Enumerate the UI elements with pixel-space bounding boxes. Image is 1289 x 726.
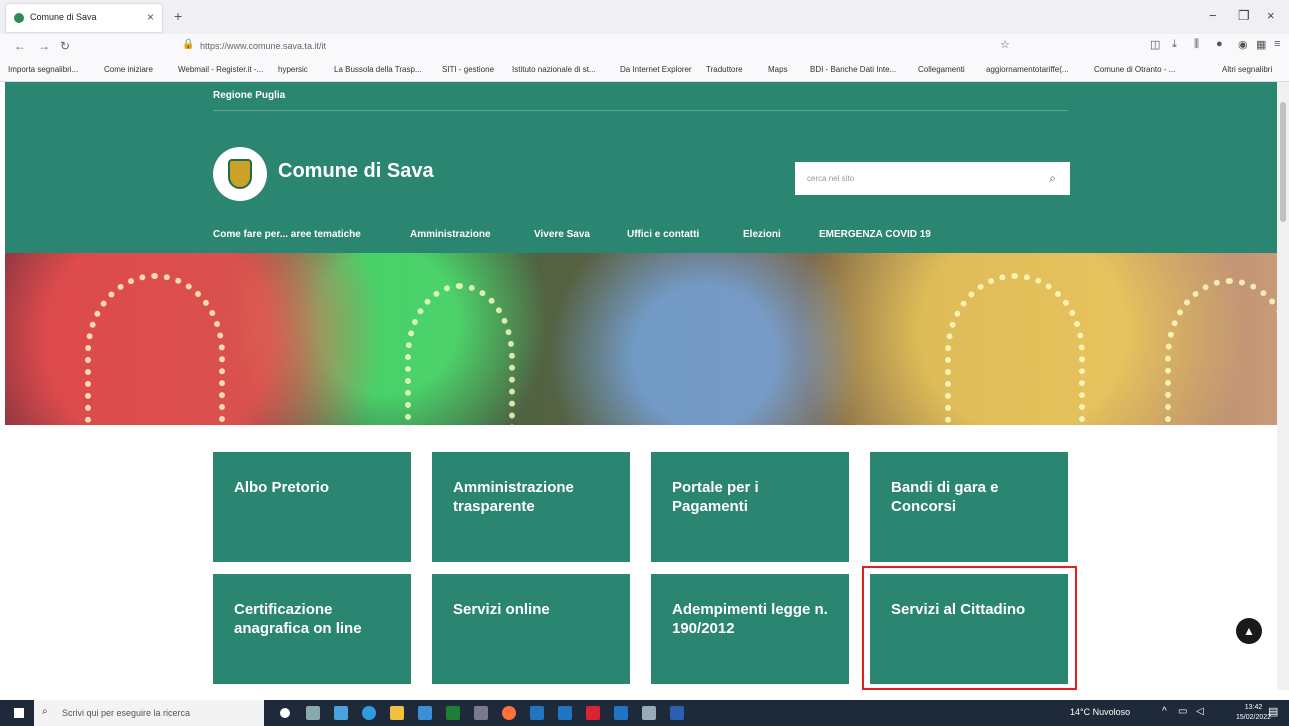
bookmark-item[interactable]: aggiornamentotariffe(...: [986, 65, 1069, 74]
taskbar-search-placeholder: Scrivi qui per eseguire la ricerca: [62, 708, 191, 718]
app-icon-4[interactable]: [614, 706, 628, 720]
bookmark-item[interactable]: Webmail - Register.it -...: [178, 65, 263, 74]
url-text: https://www.comune.sava.ta.it/it: [200, 41, 327, 51]
minimize-button[interactable]: −: [1209, 8, 1217, 23]
word-icon[interactable]: [670, 706, 684, 720]
back-arrow-icon[interactable]: ←: [14, 39, 26, 53]
app-icon-1[interactable]: [530, 706, 544, 720]
library-icon[interactable]: ⫼: [1194, 38, 1199, 51]
web-page: Regione Puglia Comune di Sava cerca nel …: [0, 82, 1277, 690]
browser-tab-bar: Comune di Sava × + − ❐ ×: [0, 0, 1289, 34]
tile-adempimenti-legge[interactable]: Adempimenti legge n. 190/2012: [651, 574, 849, 684]
tray-chevron-icon[interactable]: ^: [1162, 706, 1167, 717]
extension-icon[interactable]: ●: [1216, 38, 1223, 50]
excel-icon[interactable]: [446, 706, 460, 720]
search-icon: ⌕: [42, 706, 48, 717]
new-tab-button[interactable]: +: [174, 8, 182, 24]
bookmark-item[interactable]: Come iniziare: [104, 65, 153, 74]
browser-nav-bar: ← → ↻ 🔒 https://www.comune.sava.ta.it/it…: [0, 34, 1289, 60]
bookmark-item[interactable]: La Bussola della Trasp...: [334, 65, 422, 74]
menu-item-come-fare[interactable]: Come fare per... aree tematiche: [213, 229, 361, 240]
reload-icon[interactable]: ↻: [60, 39, 70, 53]
pocket-icon[interactable]: ◫: [1150, 38, 1160, 51]
tab-title: Comune di Sava: [30, 12, 97, 22]
task-view-icon[interactable]: [306, 706, 320, 720]
network-icon[interactable]: ▭: [1178, 706, 1187, 717]
site-search-input[interactable]: cerca nel sito ⌕: [795, 162, 1070, 195]
highlight-box: [862, 566, 1077, 690]
site-favicon-icon: [14, 13, 24, 23]
edge-icon[interactable]: [362, 706, 376, 720]
region-link[interactable]: Regione Puglia: [213, 90, 285, 101]
address-bar[interactable]: 🔒 https://www.comune.sava.ta.it/it: [162, 37, 1022, 57]
tile-portale-pagamenti[interactable]: Portale per i Pagamenti: [651, 452, 849, 562]
app-icon-3[interactable]: [586, 706, 600, 720]
clock-time: 13:42: [1244, 704, 1263, 711]
menu-item-amministrazione[interactable]: Amministrazione: [410, 229, 491, 240]
firefox-icon[interactable]: [502, 706, 516, 720]
tile-certificazione-anagrafica[interactable]: Certificazione anagrafica on line: [213, 574, 411, 684]
lock-icon: 🔒: [182, 39, 195, 50]
bookmark-star-icon[interactable]: ☆: [1000, 38, 1010, 51]
bookmarks-bar: Importa segnalibri... Come iniziare Webm…: [0, 60, 1289, 82]
tile-servizi-online[interactable]: Servizi online: [432, 574, 630, 684]
hero-image-luminarie: [5, 253, 1277, 425]
page-scrollbar[interactable]: [1277, 82, 1289, 690]
addon-icon[interactable]: ◉: [1238, 38, 1248, 51]
site-title[interactable]: Comune di Sava: [278, 160, 434, 183]
app-icon-5[interactable]: [642, 706, 656, 720]
back-to-top-button[interactable]: ▲: [1236, 618, 1262, 644]
maximize-button[interactable]: ❐: [1238, 8, 1250, 24]
bookmark-item[interactable]: Importa segnalibri...: [8, 65, 78, 74]
bookmark-item[interactable]: Istituto nazionale di st...: [512, 65, 596, 74]
site-header: [5, 82, 1277, 253]
bookmark-item[interactable]: Maps: [768, 65, 788, 74]
store-icon[interactable]: [334, 706, 348, 720]
clock-date: 15/02/2022: [1236, 714, 1272, 721]
browser-tab[interactable]: Comune di Sava ×: [6, 4, 162, 32]
bookmark-item[interactable]: BDI - Banche Dati Inte...: [810, 65, 896, 74]
windows-taskbar: ⌕ Scrivi qui per eseguire la ricerca 14°…: [0, 700, 1289, 726]
cortana-icon[interactable]: [280, 708, 290, 718]
tile-amministrazione-trasparente[interactable]: Amministrazione trasparente: [432, 452, 630, 562]
menu-item-covid[interactable]: EMERGENZA COVID 19: [819, 229, 931, 240]
search-icon[interactable]: ⌕: [1049, 171, 1056, 186]
menu-icon[interactable]: ≡: [1274, 38, 1280, 50]
bookmark-item[interactable]: Traduttore: [706, 65, 743, 74]
menu-item-elezioni[interactable]: Elezioni: [743, 229, 781, 240]
scrollbar-thumb[interactable]: [1280, 102, 1286, 222]
close-window-button[interactable]: ×: [1267, 8, 1275, 23]
municipal-crest-icon[interactable]: [213, 147, 267, 201]
tile-albo-pretorio[interactable]: Albo Pretorio: [213, 452, 411, 562]
file-explorer-icon[interactable]: [390, 706, 404, 720]
menu-item-vivere-sava[interactable]: Vivere Sava: [534, 229, 590, 240]
tab-close-button[interactable]: ×: [147, 10, 154, 24]
bookmark-item[interactable]: hypersic: [278, 65, 308, 74]
bookmark-item[interactable]: Da Internet Explorer: [620, 65, 692, 74]
bookmark-item[interactable]: Altri segnalibri: [1222, 65, 1272, 74]
calculator-icon[interactable]: [474, 706, 488, 720]
weather-status[interactable]: 14°C Nuvoloso: [1070, 707, 1130, 717]
system-clock[interactable]: 13:42 15/02/2022: [1236, 703, 1271, 723]
volume-icon[interactable]: ◁: [1196, 706, 1204, 717]
header-divider: [213, 110, 1068, 111]
taskbar-search-box[interactable]: ⌕ Scrivi qui per eseguire la ricerca: [34, 700, 264, 726]
menu-item-uffici[interactable]: Uffici e contatti: [627, 229, 699, 240]
bookmark-item[interactable]: Collegamenti: [918, 65, 965, 74]
mail-icon[interactable]: [418, 706, 432, 720]
app-icon-2[interactable]: [558, 706, 572, 720]
forward-arrow-icon[interactable]: →: [38, 39, 50, 53]
bookmark-item[interactable]: SITI - gestione: [442, 65, 494, 74]
extensions-menu-icon[interactable]: ▦: [1256, 38, 1266, 51]
notification-icon[interactable]: ▤: [1268, 705, 1278, 718]
tile-bandi-concorsi[interactable]: Bandi di gara e Concorsi: [870, 452, 1068, 562]
bookmark-item[interactable]: Comune di Otranto - ...: [1094, 65, 1175, 74]
search-placeholder: cerca nel sito: [807, 174, 855, 183]
download-icon[interactable]: ⤓: [1172, 38, 1177, 51]
windows-start-icon[interactable]: [14, 708, 24, 718]
